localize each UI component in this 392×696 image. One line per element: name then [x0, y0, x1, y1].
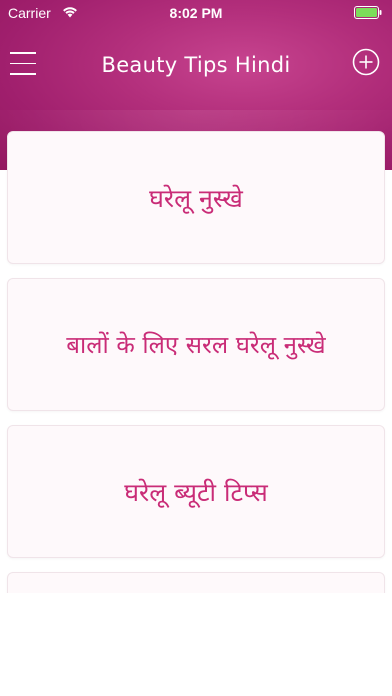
plus-circle-icon[interactable]: [352, 48, 380, 76]
category-card-hair-remedies[interactable]: बालों के लिए सरल घरेलू नुस्खे: [7, 278, 385, 411]
category-label: बालों के लिए सरल घरेलू नुस्खे: [66, 331, 326, 359]
page-title: Beauty Tips Hindi: [101, 53, 291, 77]
category-list: घरेलू नुस्खे बालों के लिए सरल घरेलू नुस्…: [0, 131, 392, 593]
category-card-partial[interactable]: [7, 572, 385, 593]
status-bar: Carrier 8:02 PM: [0, 0, 392, 28]
clock: 8:02 PM: [169, 5, 223, 21]
category-card-gharelu-nuskhe[interactable]: घरेलू नुस्खे: [7, 131, 385, 264]
category-label: घरेलू नुस्खे: [149, 183, 243, 213]
battery-icon: [354, 6, 382, 22]
category-card-beauty-tips[interactable]: घरेलू ब्यूटी टिप्स: [7, 425, 385, 558]
category-label: घरेलू ब्यूटी टिप्स: [124, 477, 268, 507]
